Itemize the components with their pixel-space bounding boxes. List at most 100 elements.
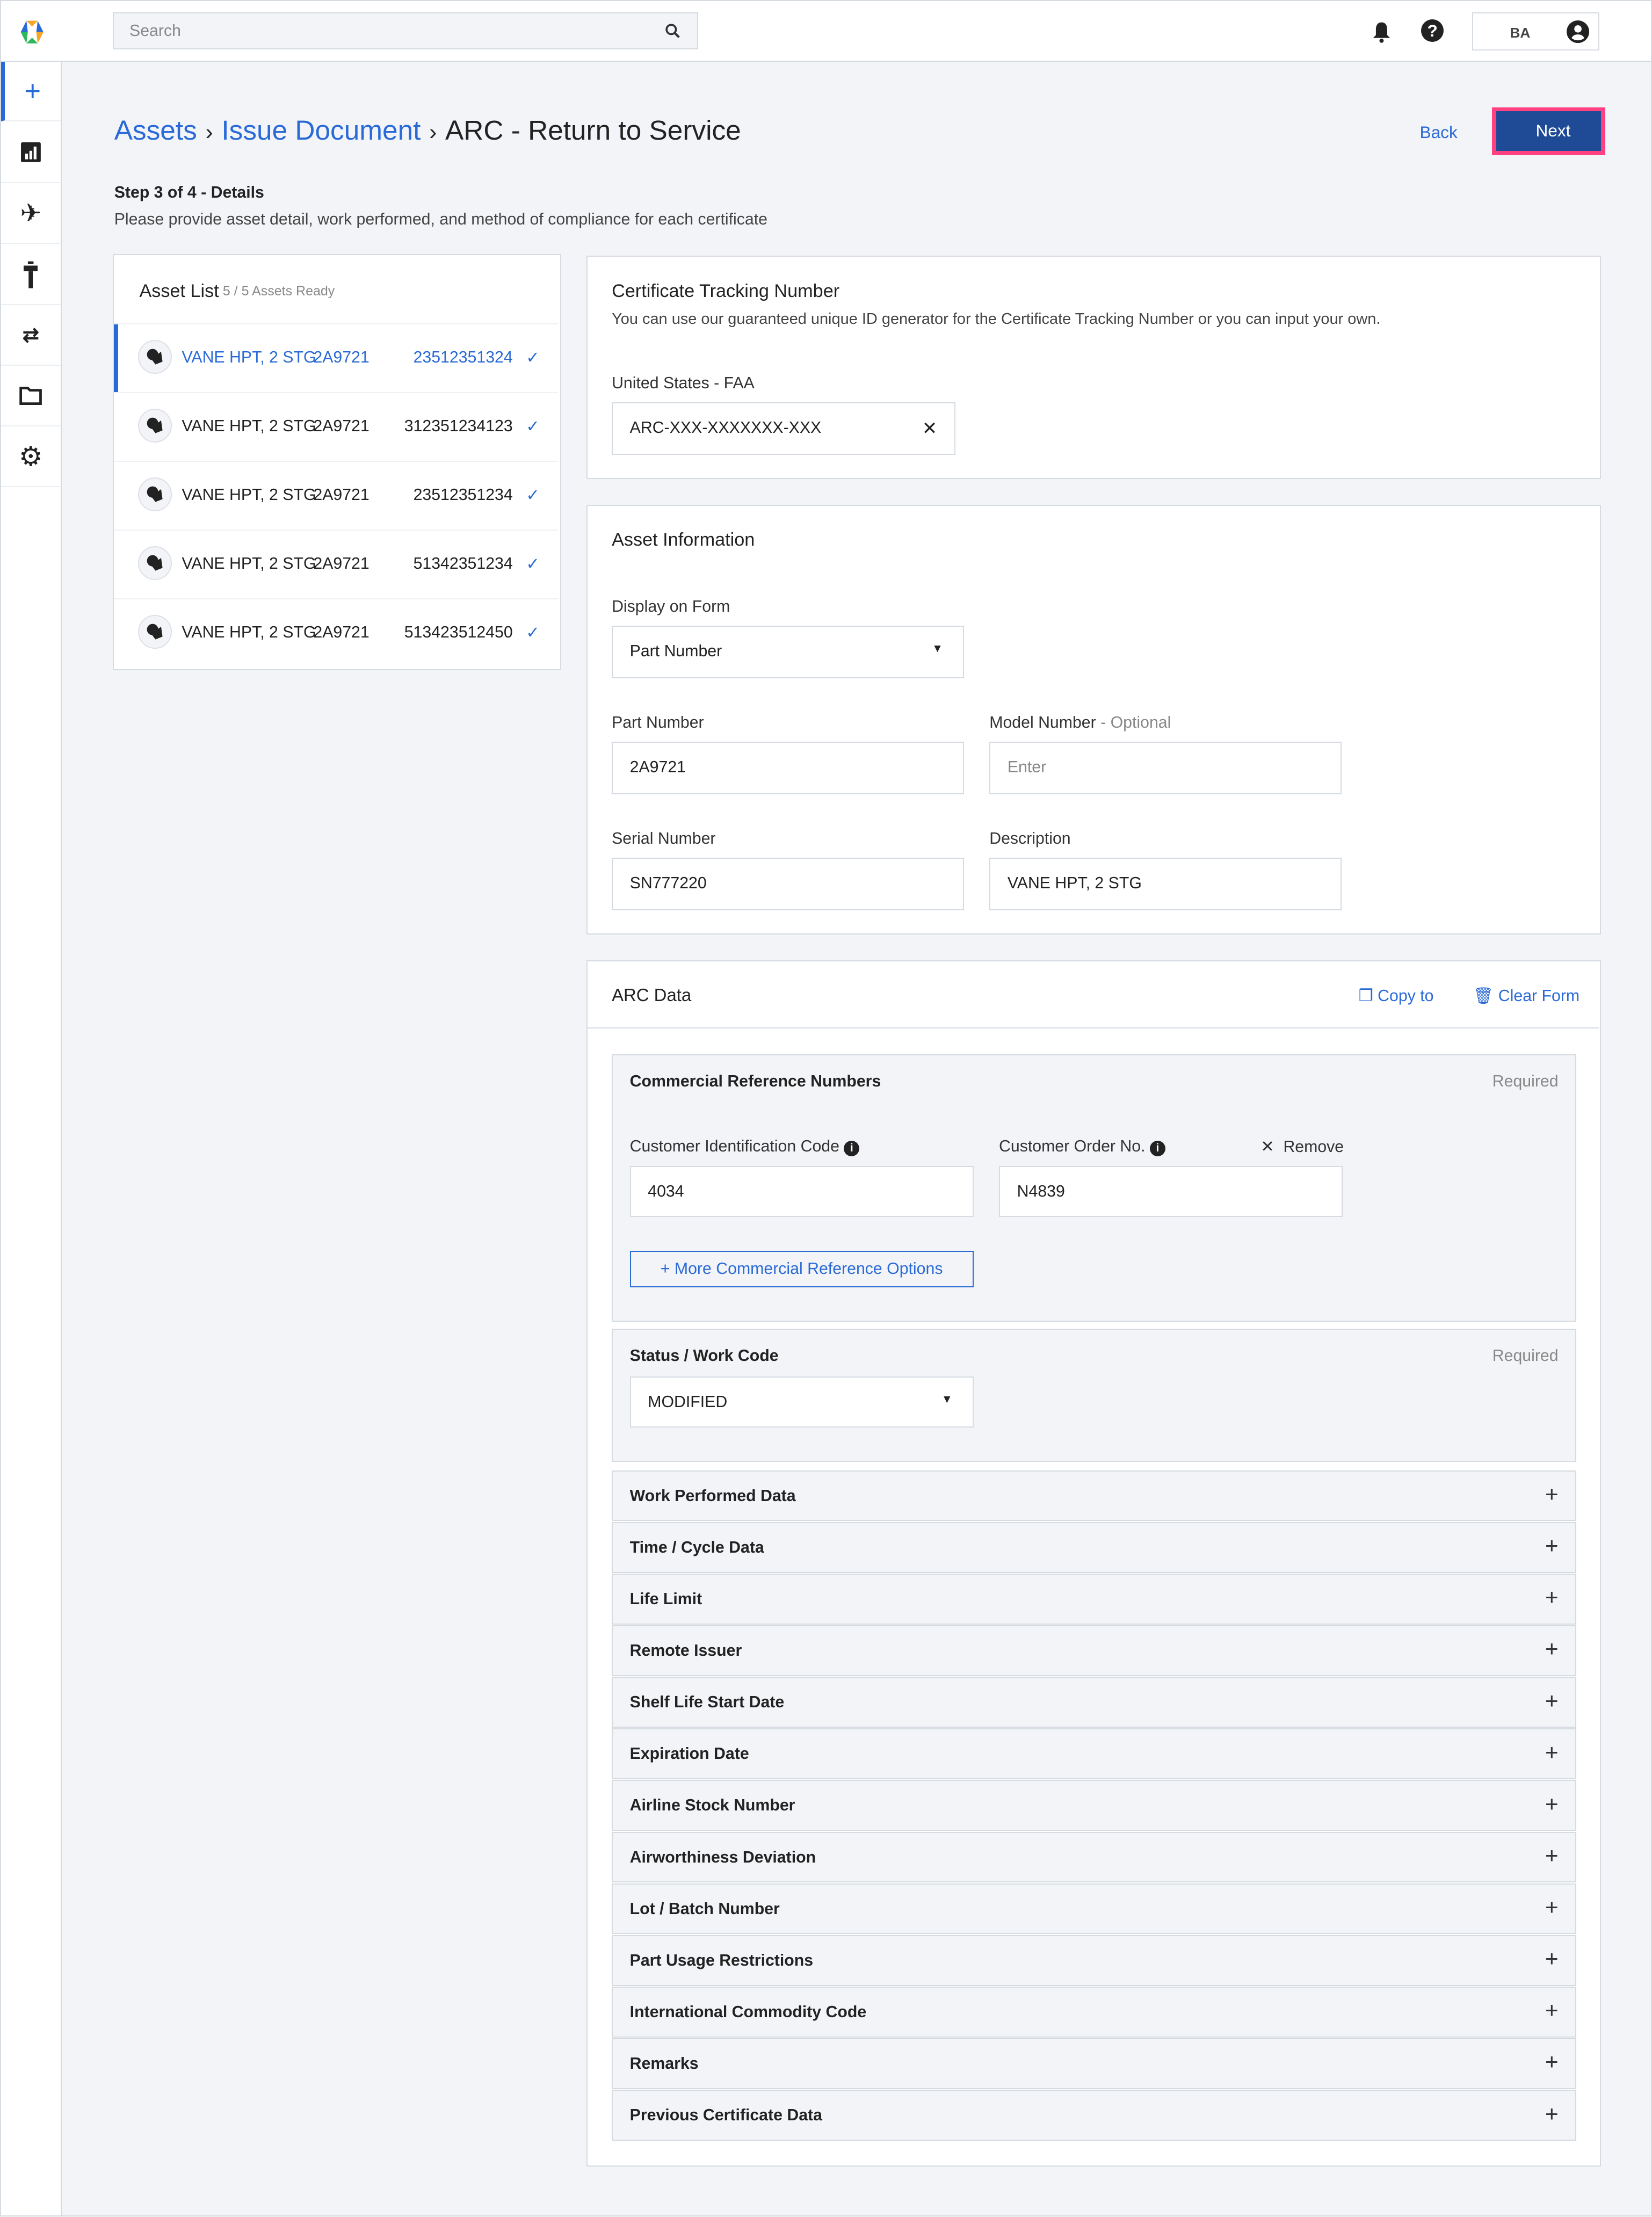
info-icon[interactable]: i (1149, 1141, 1165, 1157)
search-input[interactable]: Search (113, 12, 699, 49)
expand-plus-icon[interactable]: + (1545, 1533, 1559, 1559)
commercial-reference-section: Commercial Reference Numbers Required Cu… (612, 1054, 1577, 1322)
model-number-input[interactable]: Enter (989, 742, 1342, 794)
expand-plus-icon[interactable]: + (1545, 1997, 1559, 2023)
sidebar-item-reports[interactable] (1, 122, 61, 184)
accordion-section[interactable]: Remarks + (612, 2038, 1577, 2089)
accordion-section[interactable]: Lot / Batch Number + (612, 1883, 1577, 1935)
expand-plus-icon[interactable]: + (1545, 1843, 1559, 1868)
asset-row[interactable]: VANE HPT, 2 STG 2A9721 23512351324 ✓ (114, 323, 558, 393)
asset-row[interactable]: VANE HPT, 2 STG 2A9721 312351234123 ✓ (114, 392, 558, 461)
expand-plus-icon[interactable]: + (1545, 1636, 1559, 1662)
clear-icon[interactable]: ✕ (922, 418, 938, 439)
remove-button[interactable]: ✕ Remove (1260, 1138, 1344, 1156)
search-icon[interactable] (665, 23, 680, 39)
bell-icon[interactable] (1372, 21, 1392, 44)
accordion-section[interactable]: Time / Cycle Data + (612, 1522, 1577, 1573)
asset-list-title: Asset List (139, 280, 219, 301)
help-icon[interactable]: ? (1421, 19, 1444, 42)
expand-plus-icon[interactable]: + (1545, 2049, 1559, 2075)
asset-part: 2A9721 (313, 417, 369, 435)
sidebar-item-documents[interactable] (1, 366, 61, 427)
status-select[interactable]: MODIFIED ▼ (629, 1376, 974, 1428)
more-options-button[interactable]: + More Commercial Reference Options (629, 1250, 974, 1288)
asset-row[interactable]: VANE HPT, 2 STG 2A9721 23512351234 ✓ (114, 460, 558, 530)
display-label: Display on Form (612, 597, 730, 615)
serial-number-input[interactable]: SN777220 (612, 858, 964, 910)
accordion-section[interactable]: Part Usage Restrictions + (612, 1935, 1577, 1986)
check-icon: ✓ (526, 486, 540, 504)
asset-row[interactable]: VANE HPT, 2 STG 2A9721 51342351234 ✓ (114, 529, 558, 598)
tracking-number-value: ARC-XXX-XXXXXXX-XXX (629, 419, 822, 437)
expand-plus-icon[interactable]: + (1545, 1688, 1559, 1714)
accordion-section[interactable]: Life Limit + (612, 1573, 1577, 1625)
description-input[interactable]: VANE HPT, 2 STG (989, 858, 1342, 910)
order-label: Customer Order No. (999, 1138, 1146, 1156)
asset-serial: 513423512450 (404, 623, 513, 641)
section-title: International Commodity Code (629, 2003, 867, 2021)
sidebar-item-aircraft[interactable]: ✈ (1, 184, 61, 244)
info-icon[interactable]: i (844, 1141, 860, 1157)
expand-plus-icon[interactable]: + (1545, 1481, 1559, 1507)
trash-icon: 🗑 (1473, 987, 1494, 1005)
clear-label: Clear Form (1498, 987, 1580, 1005)
cic-input[interactable]: 4034 (629, 1165, 974, 1217)
part-number-input[interactable]: 2A9721 (612, 742, 964, 794)
account-icon (1566, 20, 1589, 44)
sidebar-item-tower[interactable] (1, 244, 61, 305)
caret-down-icon: ▼ (932, 642, 943, 655)
clear-form-button[interactable]: 🗑 Clear Form (1473, 987, 1579, 1005)
caret-down-icon: ▼ (941, 1393, 953, 1406)
plus-icon: + (24, 75, 41, 107)
asset-serial: 23512351324 (413, 348, 513, 366)
search-placeholder: Search (129, 21, 181, 40)
accordion-section[interactable]: Shelf Life Start Date + (612, 1677, 1577, 1728)
accordion-section[interactable]: Remote Issuer + (612, 1625, 1577, 1676)
user-menu[interactable]: BA (1472, 12, 1599, 51)
model-placeholder: Enter (1007, 758, 1047, 777)
display-select[interactable]: Part Number ▼ (612, 626, 964, 678)
asset-name: VANE HPT, 2 STG (182, 348, 316, 366)
back-button[interactable]: Back (1420, 122, 1458, 142)
faa-label: United States - FAA (612, 374, 755, 392)
accordion-section[interactable]: International Commodity Code + (612, 1986, 1577, 2038)
expand-plus-icon[interactable]: + (1545, 1584, 1559, 1610)
expand-plus-icon[interactable]: + (1545, 1740, 1559, 1765)
expand-plus-icon[interactable]: + (1545, 1791, 1559, 1817)
arc-title: ARC Data (612, 985, 692, 1005)
sidebar-item-transfer[interactable]: ⇄ (1, 305, 61, 366)
breadcrumb-assets[interactable]: Assets (114, 115, 197, 146)
expand-plus-icon[interactable]: + (1545, 2101, 1559, 2127)
accordion-section[interactable]: Expiration Date + (612, 1728, 1577, 1780)
asset-serial: 23512351234 (413, 486, 513, 504)
asset-info-title: Asset Information (612, 530, 755, 550)
section-title: Life Limit (629, 1590, 702, 1608)
breadcrumb-issue-document[interactable]: Issue Document (221, 115, 421, 146)
copy-to-button[interactable]: ❐ Copy to (1359, 987, 1434, 1005)
model-label: Model Number (989, 713, 1096, 731)
settings-icon: ⚙ (18, 441, 43, 472)
section-title: Expiration Date (629, 1745, 749, 1763)
accordion-section[interactable]: Airworthiness Deviation + (612, 1831, 1577, 1883)
check-icon: ✓ (526, 555, 540, 573)
accordion-section[interactable]: Previous Certificate Data + (612, 2090, 1577, 2141)
more-options-label: More Commercial Reference Options (674, 1259, 943, 1278)
accordion-section[interactable]: Work Performed Data + (612, 1470, 1577, 1522)
asset-name: VANE HPT, 2 STG (182, 417, 316, 435)
expand-plus-icon[interactable]: + (1545, 1894, 1559, 1920)
expand-plus-icon[interactable]: + (1545, 1946, 1559, 1972)
order-input[interactable]: N4839 (999, 1165, 1343, 1217)
section-title: Part Usage Restrictions (629, 1951, 814, 1969)
next-button[interactable]: Next (1496, 111, 1601, 151)
section-title: Previous Certificate Data (629, 2106, 822, 2125)
control-tower-icon (24, 261, 38, 288)
accordion-section[interactable]: Airline Stock Number + (612, 1780, 1577, 1831)
tracking-number-input[interactable]: ARC-XXX-XXXXXXX-XXX ✕ (612, 402, 956, 455)
sidebar-item-create[interactable]: + (1, 62, 61, 121)
order-value: N4839 (1017, 1182, 1065, 1200)
asset-serial: 51342351234 (413, 554, 513, 573)
transfer-icon: ⇄ (22, 324, 39, 346)
asset-row[interactable]: VANE HPT, 2 STG 2A9721 513423512450 ✓ (114, 598, 558, 667)
arc-data-card: ARC Data ❐ Copy to 🗑 Clear Form Commerci… (586, 960, 1601, 2167)
sidebar-item-settings[interactable]: ⚙ (1, 427, 61, 488)
